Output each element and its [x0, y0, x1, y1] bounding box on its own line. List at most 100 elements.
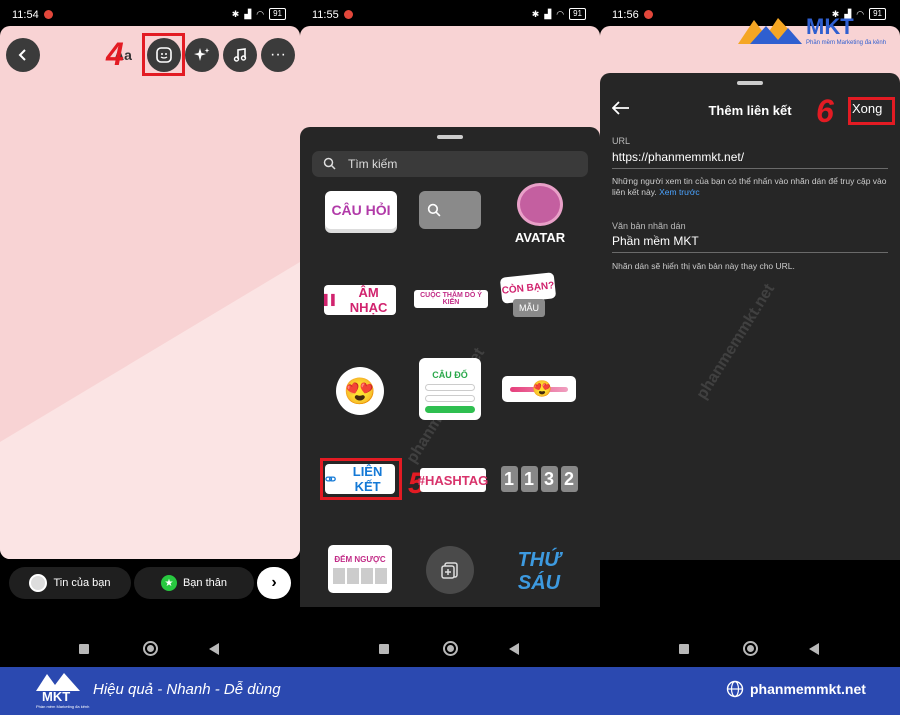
- sheet-handle[interactable]: [437, 135, 463, 139]
- recents-icon[interactable]: [379, 644, 389, 654]
- battery-icon: 91: [269, 8, 286, 20]
- android-nav-bar: [0, 630, 300, 667]
- footer-brand-sub: Phần mềm Marketing đa kênh: [36, 704, 90, 709]
- mkt-logo-text: MKT: [806, 14, 854, 39]
- back-icon: [18, 49, 26, 61]
- sticker-text-input[interactable]: Phần mềm MKT: [612, 234, 888, 253]
- question-sticker-label: CÂU HỎI: [331, 202, 391, 218]
- wifi-icon: ◠: [556, 8, 565, 19]
- emoji-slider-sticker[interactable]: 😍: [336, 367, 384, 415]
- sheet-handle[interactable]: [737, 81, 763, 85]
- search-icon: [427, 203, 441, 217]
- time-digit: 3: [540, 466, 558, 492]
- recents-icon[interactable]: [79, 644, 89, 654]
- step-number: 4: [106, 36, 124, 72]
- step-highlight-box: [848, 97, 895, 125]
- emoji-slider-bar-sticker[interactable]: 😍: [502, 376, 576, 402]
- countdown-sticker[interactable]: ĐẾM NGƯỢC: [328, 545, 392, 593]
- quiz-sticker-label: CÂU ĐỐ: [432, 369, 468, 380]
- time-sticker[interactable]: 1 1 3 2: [500, 464, 578, 494]
- footer-brand-text: MKT: [42, 689, 71, 704]
- home-icon[interactable]: [743, 641, 758, 656]
- back-nav-icon[interactable]: [509, 643, 519, 655]
- add-link-sheet: phanmemmkt.net Thêm liên kết Xong 6 URL …: [600, 73, 900, 560]
- android-nav-bar: [300, 630, 600, 667]
- back-nav-icon[interactable]: [209, 643, 219, 655]
- your-story-button[interactable]: Tin của bạn: [9, 567, 131, 599]
- story-canvas[interactable]: Aa ··· 4: [0, 26, 300, 559]
- back-button[interactable]: [6, 38, 40, 72]
- search-placeholder: Tìm kiếm: [348, 157, 398, 171]
- music-bars-icon: ▌▌: [324, 294, 339, 306]
- sticker-sheet: Tìm kiếm phanmemmkt.net CÂU HỎI AVATAR ▌…: [300, 127, 600, 607]
- music-icon: [233, 48, 247, 62]
- poll-sticker-label: CUỘC THĂM DÒ Ý KIẾN: [420, 292, 482, 306]
- template-label: MẪU: [519, 303, 539, 313]
- footer-slogan: Hiệu quả - Nhanh - Dễ dùng: [93, 681, 281, 698]
- quiz-option: [425, 394, 475, 402]
- battery-icon: 91: [569, 8, 586, 20]
- countdown-sticker-label: ĐẾM NGƯỢC: [334, 554, 386, 564]
- search-icon: [323, 157, 336, 170]
- status-bar: 11:55 ✱ ▟ ◠ 91: [300, 0, 600, 26]
- bluetooth-icon: ✱: [531, 8, 540, 19]
- music-sticker-label: ÂM NHẠC: [349, 285, 388, 315]
- status-time: 11:55: [312, 9, 339, 21]
- hashtag-sticker-label: #HASHTAG: [417, 472, 489, 488]
- countdown-boxes: [333, 567, 387, 584]
- music-sticker[interactable]: ▌▌ ÂM NHẠC: [324, 285, 396, 315]
- effects-button[interactable]: [185, 38, 219, 72]
- recents-icon[interactable]: [679, 644, 689, 654]
- back-nav-icon[interactable]: [809, 643, 819, 655]
- heart-eyes-emoji-icon: 😍: [343, 375, 377, 406]
- canvas-background-shape: [0, 262, 300, 559]
- url-input[interactable]: https://phanmemmkt.net/: [612, 150, 888, 169]
- android-nav-bar: [600, 630, 900, 667]
- time-digit: 1: [500, 466, 518, 492]
- step-highlight-box: [142, 33, 185, 76]
- poll-sticker[interactable]: CUỘC THĂM DÒ Ý KIẾN: [414, 290, 488, 308]
- avatar-face-icon: [517, 183, 563, 226]
- step-highlight-box: [320, 458, 402, 500]
- footer-website[interactable]: phanmemmkt.net: [726, 680, 866, 698]
- search-sticker[interactable]: [419, 191, 481, 229]
- sticker-search-input[interactable]: Tìm kiếm: [312, 151, 588, 177]
- story-editor-panel: 11:54 ✱ ▟ ◠ 91 Aa ··· 4 Tin của bạn ★ Bạ…: [0, 0, 300, 667]
- avatar-sticker-label: AVATAR: [514, 230, 566, 245]
- avatar-sticker[interactable]: AVATAR: [514, 183, 566, 245]
- home-icon[interactable]: [143, 641, 158, 656]
- day-sticker[interactable]: THỨ SÁU: [498, 549, 580, 594]
- bluetooth-icon: ✱: [231, 8, 240, 19]
- mkt-logo-mark-icon: [36, 673, 80, 691]
- sparkle-effects-icon: [194, 48, 210, 61]
- home-icon[interactable]: [443, 641, 458, 656]
- your-turn-label: CÒN BẠN?: [501, 279, 555, 297]
- status-icons: ✱ ▟ ◠ 91: [232, 8, 286, 20]
- star-icon: ★: [160, 575, 177, 591]
- mkt-logo-mark-icon: [738, 18, 802, 44]
- notification-dot: [344, 10, 353, 19]
- close-friends-button[interactable]: ★ Bạn thân: [134, 567, 254, 599]
- profile-avatar-icon: [29, 574, 48, 592]
- next-button[interactable]: ›: [257, 567, 291, 599]
- brand-footer: MKT Phần mềm Marketing đa kênh Hiệu quả …: [0, 667, 900, 715]
- template-button[interactable]: MẪU: [513, 299, 545, 317]
- music-button[interactable]: [223, 38, 257, 72]
- add-link-panel: 11:56 ✱ ▟ ◠ 91 MKT Phần mềm Marketing đa…: [600, 0, 900, 667]
- more-icon: ···: [270, 46, 286, 63]
- mkt-logo-tagline: Phần mềm Marketing đa kênh: [806, 40, 887, 46]
- chevron-right-icon: ›: [271, 574, 277, 591]
- preview-link[interactable]: Xem trước: [659, 187, 700, 197]
- step-number: 6: [816, 93, 834, 129]
- notification-dot: [44, 10, 53, 19]
- hashtag-sticker[interactable]: #HASHTAG: [417, 468, 489, 492]
- signal-icon: ▟: [544, 8, 552, 19]
- add-photo-sticker[interactable]: [426, 546, 474, 594]
- quiz-option: [425, 383, 475, 391]
- quiz-sticker[interactable]: CÂU ĐỐ: [419, 358, 481, 420]
- notification-dot: [644, 10, 653, 19]
- url-help-text: Những người xem tin của bạn có thể nhấn …: [612, 176, 892, 198]
- more-options-button[interactable]: ···: [261, 38, 295, 72]
- footer-logo: MKT Phần mềm Marketing đa kênh: [36, 671, 89, 711]
- question-sticker[interactable]: CÂU HỎI: [325, 191, 397, 229]
